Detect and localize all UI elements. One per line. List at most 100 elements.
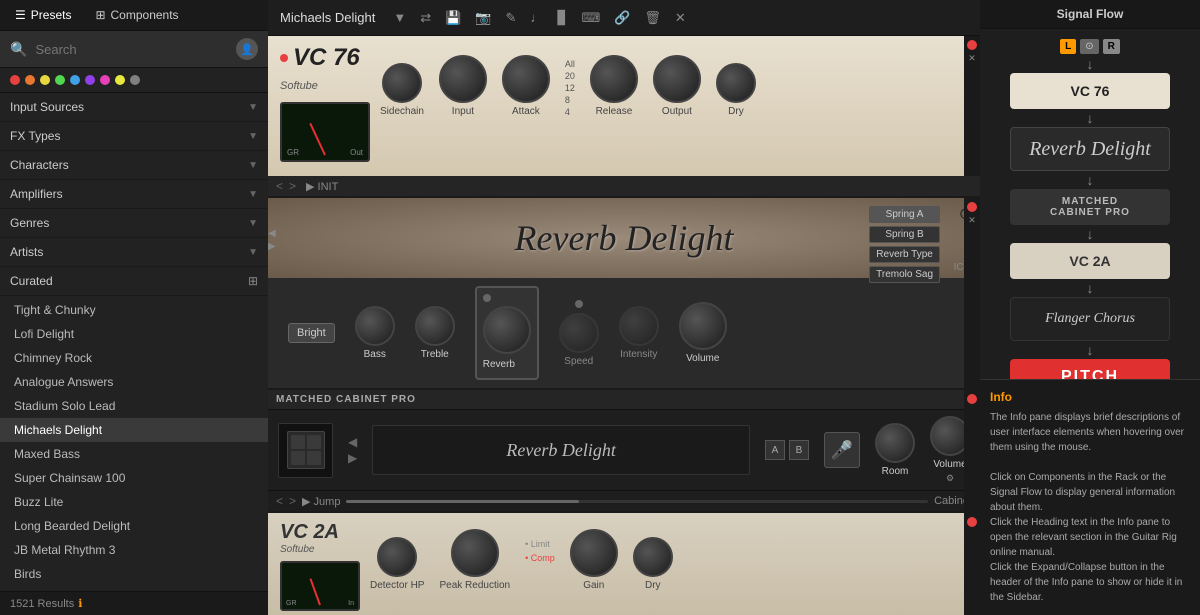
cabinet-icon[interactable]: [278, 423, 333, 478]
spring-a-btn[interactable]: Spring A: [869, 206, 940, 223]
sf-m-btn[interactable]: ⊙: [1080, 39, 1098, 54]
trash-btn[interactable]: 🗑: [640, 8, 665, 28]
preset-item-jb-metal[interactable]: JB Metal Rhythm 3: [0, 538, 268, 562]
info-title[interactable]: Info: [990, 390, 1190, 404]
link-btn[interactable]: 🔗: [610, 8, 634, 28]
cabinet-prev[interactable]: ◀: [348, 435, 357, 449]
color-dot-green[interactable]: [55, 75, 65, 85]
reverb-collapse-btn[interactable]: ✕: [968, 215, 976, 226]
b-btn[interactable]: B: [789, 440, 809, 460]
sidebar-section-curated[interactable]: Curated ⊞: [0, 267, 268, 296]
treble-label: Treble: [421, 349, 449, 360]
cabinet-settings-icon[interactable]: ⚙: [946, 473, 954, 484]
reverb-power-indicator[interactable]: [967, 202, 977, 212]
color-dot-purple[interactable]: [85, 75, 95, 85]
sf-block-pitch[interactable]: PITCH: [1010, 359, 1170, 379]
sf-r-btn[interactable]: R: [1103, 39, 1120, 54]
vc76-prev[interactable]: <: [276, 179, 283, 193]
sidebar-section-input-sources[interactable]: Input Sources ▼: [0, 93, 268, 122]
preset-item-long-bearded[interactable]: Long Bearded Delight: [0, 514, 268, 538]
color-filter-dots: [0, 68, 268, 93]
cabinet-power-btn[interactable]: [967, 394, 977, 404]
sidebar-section-genres[interactable]: Genres ▼: [0, 209, 268, 238]
cabinet-next[interactable]: ▶: [348, 451, 357, 465]
preset-item-analogue[interactable]: Analogue Answers: [0, 370, 268, 394]
sf-block-vc2a[interactable]: VC 2A: [1010, 243, 1170, 279]
preset-item-maxed[interactable]: Maxed Bass: [0, 442, 268, 466]
color-dot-gray[interactable]: [130, 75, 140, 85]
camera-btn[interactable]: 📷: [471, 8, 495, 28]
preset-item-michaels[interactable]: Michaels Delight: [0, 418, 268, 442]
volume-knob[interactable]: [679, 302, 727, 350]
reverb-knob[interactable]: [483, 306, 531, 354]
room-knob[interactable]: [875, 423, 915, 463]
sf-block-vc76[interactable]: VC 76: [1010, 73, 1170, 109]
color-dot-yellow[interactable]: [40, 75, 50, 85]
tune-btn[interactable]: ♩: [526, 8, 547, 27]
components-tab[interactable]: ⊞ Components: [90, 6, 183, 24]
attack-knob[interactable]: [502, 55, 550, 103]
cabinet-nav-prev[interactable]: <: [276, 494, 283, 508]
detector-hp-knob[interactable]: [377, 537, 417, 577]
down-arrow-btn[interactable]: ▼: [389, 8, 410, 27]
input-knob[interactable]: [439, 55, 487, 103]
preset-item-buzz[interactable]: Buzz Lite: [0, 490, 268, 514]
search-input[interactable]: [35, 42, 228, 57]
treble-knob[interactable]: [415, 306, 455, 346]
color-dot-red[interactable]: [10, 75, 20, 85]
vc2a-dry-knob[interactable]: [633, 537, 673, 577]
bass-knob[interactable]: [355, 306, 395, 346]
gain-knob[interactable]: [570, 529, 618, 577]
preset-item-chainsaw[interactable]: Super Chainsaw 100: [0, 466, 268, 490]
release-knob[interactable]: [590, 55, 638, 103]
vc76-power-btn[interactable]: [967, 40, 977, 50]
peak-reduction-knob[interactable]: [451, 529, 499, 577]
tremolo-sag-btn[interactable]: Tremolo Sag: [869, 266, 940, 283]
color-dot-lightyellow[interactable]: [115, 75, 125, 85]
dry-knob[interactable]: [716, 63, 756, 103]
save-btn[interactable]: 💾: [441, 8, 465, 28]
color-dot-blue[interactable]: [70, 75, 80, 85]
spring-b-btn[interactable]: Spring B: [869, 226, 940, 243]
color-dot-pink[interactable]: [100, 75, 110, 85]
preset-item-tight-chunky[interactable]: Tight & Chunky: [0, 298, 268, 322]
output-knob[interactable]: [653, 55, 701, 103]
edit-btn[interactable]: ✎: [502, 8, 521, 28]
preset-item-birds[interactable]: Birds: [0, 562, 268, 586]
speed-label: Speed: [564, 356, 593, 367]
sf-block-flanger[interactable]: Flanger Chorus: [1010, 297, 1170, 341]
signal-flow-header: Signal Flow: [980, 0, 1200, 29]
bars-btn[interactable]: ▊: [553, 8, 571, 28]
reverb-power-btn[interactable]: [483, 294, 491, 302]
reverb-expand-down[interactable]: ▶: [268, 241, 276, 252]
bright-btn[interactable]: Bright: [288, 323, 335, 343]
vc2a-power-btn[interactable]: [967, 517, 977, 527]
cabinet-nav-next[interactable]: >: [289, 494, 296, 508]
reverb-type-btn[interactable]: Reverb Type: [869, 246, 940, 263]
reverb-expand-up[interactable]: ◀: [268, 228, 276, 239]
vc76-next[interactable]: >: [289, 179, 296, 193]
vc76-collapse-btn[interactable]: ✕: [968, 53, 976, 64]
sf-block-matched-cabinet[interactable]: MATCHEDCABINET PRO: [1010, 189, 1170, 225]
preset-item-chimney[interactable]: Chimney Rock: [0, 346, 268, 370]
sf-block-reverb-delight[interactable]: Reverb Delight: [1010, 127, 1170, 171]
preset-item-stadium[interactable]: Stadium Solo Lead: [0, 394, 268, 418]
sf-arrow-3: ↓: [1087, 172, 1094, 188]
close-btn[interactable]: ✕: [671, 8, 690, 28]
intensity-knob[interactable]: [619, 306, 659, 346]
shuffle-btn[interactable]: ⇄: [416, 8, 435, 28]
speed-knob[interactable]: [559, 313, 599, 353]
sidechain-knob[interactable]: [382, 63, 422, 103]
user-avatar[interactable]: 👤: [236, 38, 258, 60]
sidebar-section-characters[interactable]: Characters ▼: [0, 151, 268, 180]
sf-l-btn[interactable]: L: [1060, 39, 1076, 54]
sidebar-section-fx-types[interactable]: FX Types ▼: [0, 122, 268, 151]
midi-btn[interactable]: ⌨: [577, 8, 604, 28]
a-btn[interactable]: A: [765, 440, 785, 460]
mic-icon[interactable]: 🎤: [824, 432, 860, 468]
color-dot-orange[interactable]: [25, 75, 35, 85]
sidebar-section-artists[interactable]: Artists ▼: [0, 238, 268, 267]
preset-item-lofi[interactable]: Lofi Delight: [0, 322, 268, 346]
presets-tab[interactable]: ☰ Presets: [10, 6, 76, 24]
sidebar-section-amplifiers[interactable]: Amplifiers ▼: [0, 180, 268, 209]
